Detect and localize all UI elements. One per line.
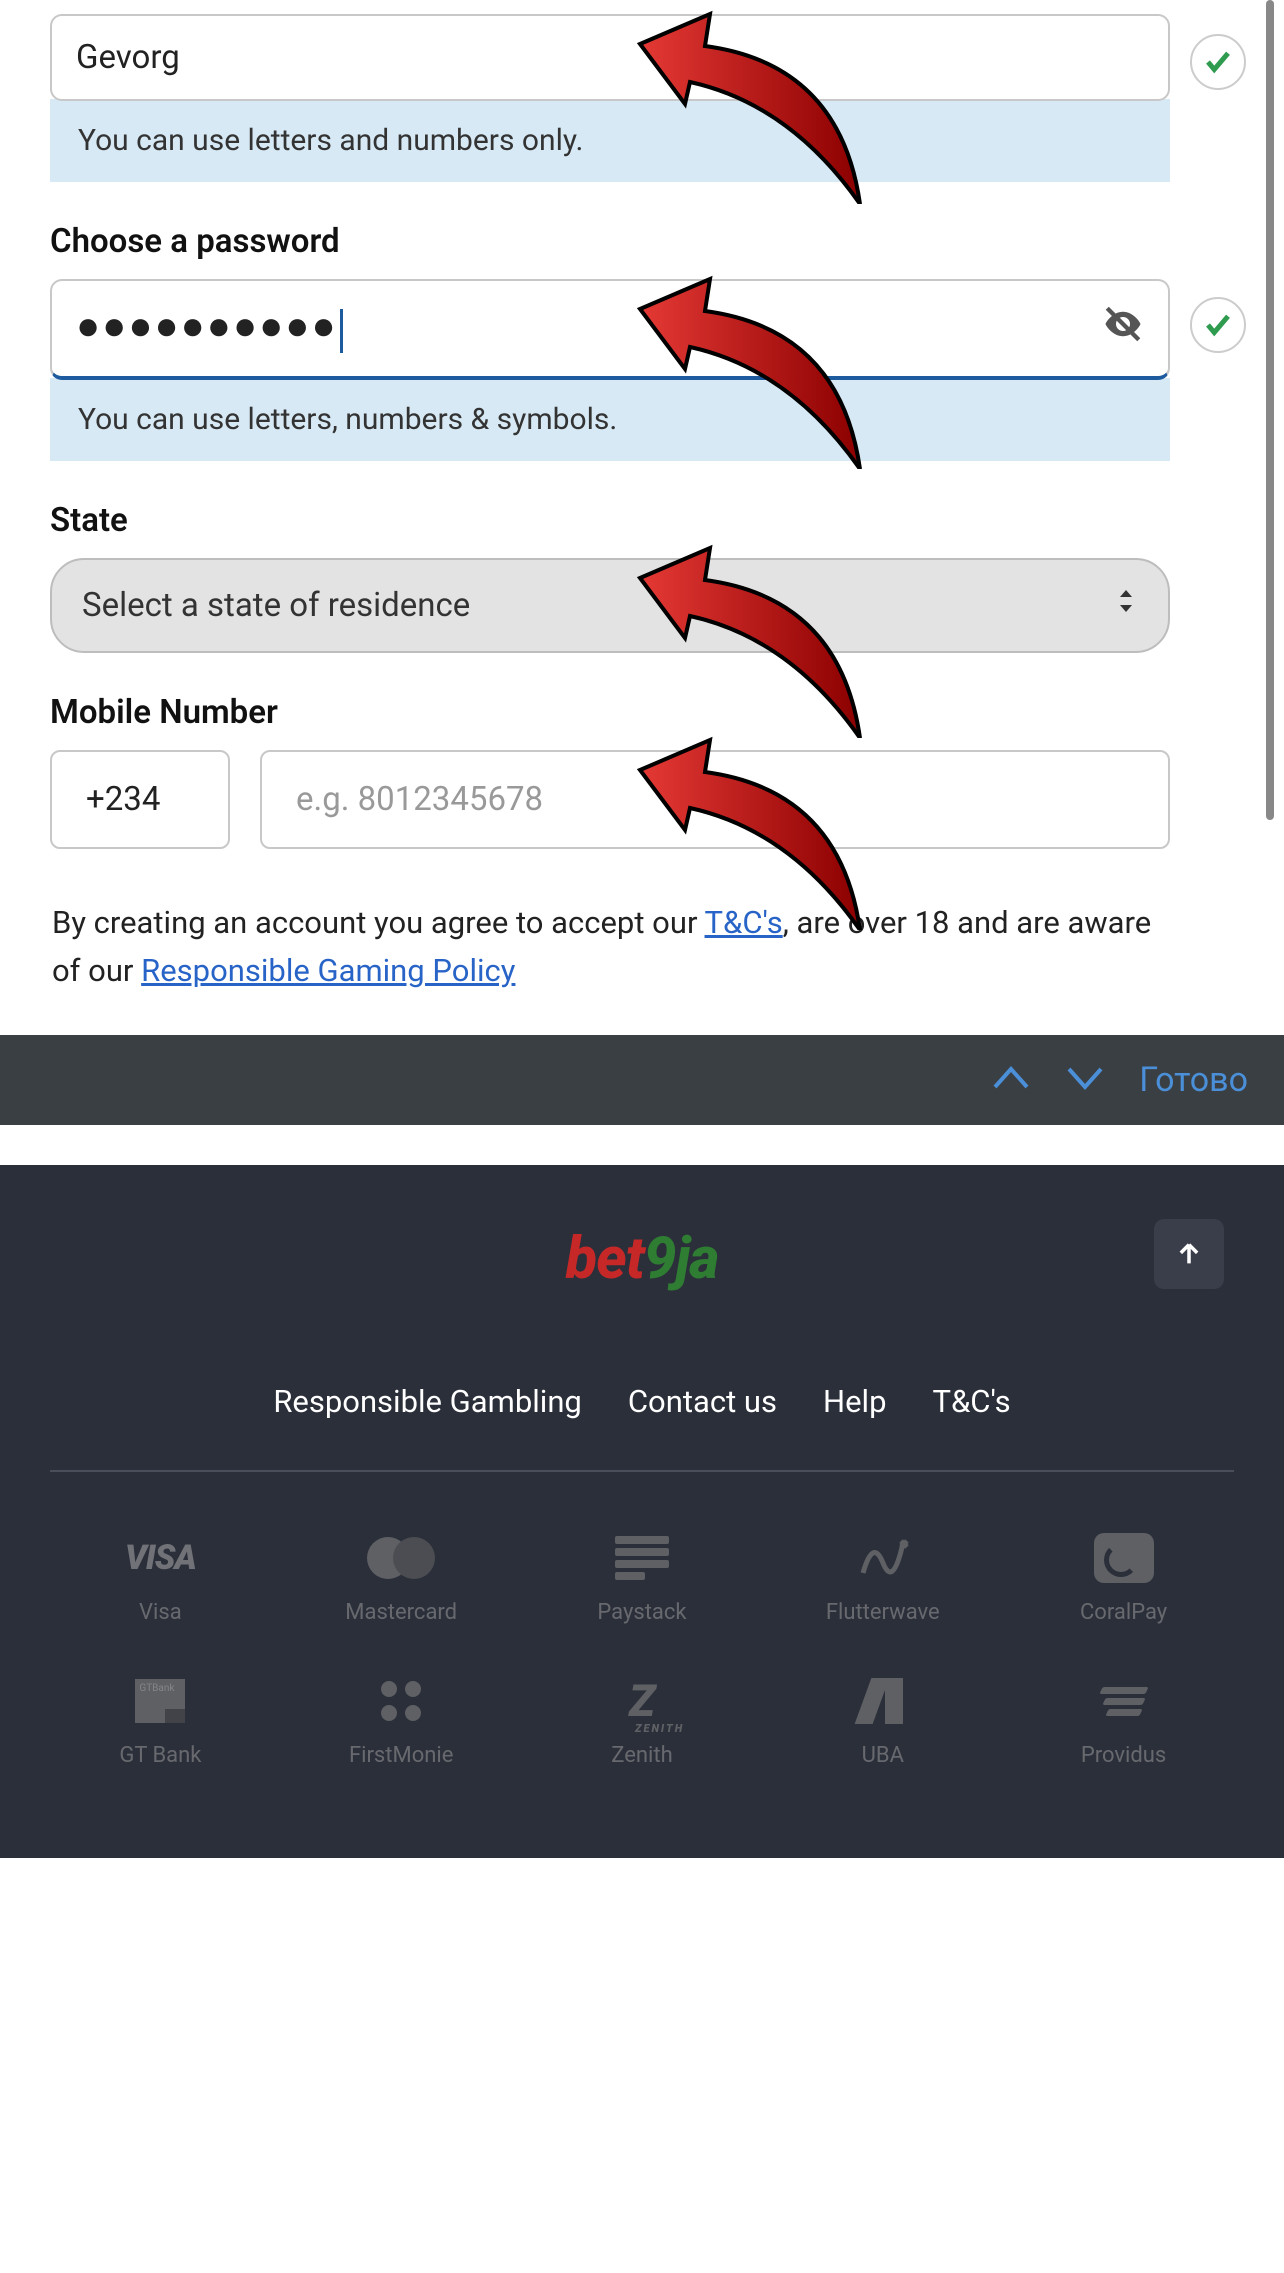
check-icon — [1190, 297, 1246, 353]
footer-link-responsible-gambling[interactable]: Responsible Gambling — [273, 1383, 582, 1420]
payment-methods-row-2: GTBank GT Bank FirstMonie ZZENITH Zenith… — [50, 1675, 1234, 1768]
payment-mastercard: Mastercard — [326, 1532, 476, 1625]
payment-uba: UBA — [808, 1675, 958, 1768]
text-cursor — [340, 309, 343, 353]
keyboard-next-icon[interactable] — [1065, 1063, 1105, 1097]
keyboard-accessory-bar: Готово — [0, 1035, 1284, 1125]
footer-link-terms[interactable]: T&C's — [933, 1383, 1011, 1420]
firstmonie-icon — [381, 1681, 421, 1721]
payment-paystack: Paystack — [567, 1532, 717, 1625]
gtbank-icon: GTBank — [135, 1679, 185, 1723]
providus-icon — [1101, 1685, 1147, 1718]
check-icon — [1190, 34, 1246, 90]
mobile-input[interactable]: e.g. 8012345678 — [260, 750, 1170, 849]
footer-link-help[interactable]: Help — [823, 1383, 887, 1420]
responsible-gaming-link[interactable]: Responsible Gaming Policy — [141, 952, 515, 989]
username-hint: You can use letters and numbers only. — [50, 99, 1170, 182]
footer-divider — [50, 1470, 1234, 1472]
uba-icon — [863, 1678, 903, 1724]
payment-gtbank: GTBank GT Bank — [85, 1675, 235, 1768]
mastercard-icon — [367, 1537, 435, 1579]
username-field-group: Gevorg You can use letters and numbers o… — [50, 14, 1234, 182]
state-label: State — [50, 501, 1234, 540]
footer-links: Responsible Gambling Contact us Help T&C… — [50, 1383, 1234, 1420]
terms-text: By creating an account you agree to acce… — [50, 889, 1170, 1035]
flutterwave-icon — [843, 1532, 923, 1584]
payment-flutterwave: Flutterwave — [808, 1532, 958, 1625]
terms-link[interactable]: T&C's — [705, 904, 783, 941]
toggle-password-visibility-icon[interactable] — [1102, 303, 1144, 354]
password-hint: You can use letters, numbers & symbols. — [50, 378, 1170, 461]
username-input[interactable]: Gevorg — [50, 14, 1170, 101]
coralpay-icon — [1094, 1533, 1154, 1583]
password-input[interactable]: ●●●●●●●●●● — [50, 279, 1170, 380]
payment-firstmonie: FirstMonie — [326, 1675, 476, 1768]
paystack-icon — [615, 1536, 669, 1580]
brand-logo: bet9ja — [566, 1225, 719, 1293]
payment-zenith: ZZENITH Zenith — [567, 1675, 717, 1768]
visa-icon: VISA — [125, 1538, 196, 1578]
state-select[interactable]: Select a state of residence — [50, 558, 1170, 653]
mobile-field-group: Mobile Number +234 e.g. 8012345678 — [50, 693, 1234, 849]
footer-link-contact-us[interactable]: Contact us — [628, 1383, 777, 1420]
payment-methods-row-1: VISA Visa Mastercard Paystack Flutterwav… — [50, 1532, 1234, 1625]
mobile-label: Mobile Number — [50, 693, 1234, 732]
footer: bet9ja Responsible Gambling Contact us H… — [0, 1165, 1284, 1858]
username-value: Gevorg — [76, 38, 180, 77]
password-masked-value: ●●●●●●●●●● — [76, 304, 338, 348]
scrollbar[interactable] — [1266, 0, 1274, 820]
payment-visa: VISA Visa — [85, 1532, 235, 1625]
keyboard-done-button[interactable]: Готово — [1139, 1060, 1248, 1100]
password-field-group: Choose a password ●●●●●●●●●● You can u — [50, 222, 1234, 461]
scroll-to-top-button[interactable] — [1154, 1219, 1224, 1289]
keyboard-prev-icon[interactable] — [991, 1063, 1031, 1097]
zenith-icon: ZZENITH — [629, 1675, 655, 1727]
state-placeholder: Select a state of residence — [82, 586, 470, 625]
payment-coralpay: CoralPay — [1049, 1532, 1199, 1625]
password-label: Choose a password — [50, 222, 1234, 261]
payment-providus: Providus — [1049, 1675, 1199, 1768]
mobile-prefix[interactable]: +234 — [50, 750, 230, 849]
state-field-group: State Select a state of residence — [50, 501, 1234, 653]
sort-icon — [1114, 586, 1138, 625]
